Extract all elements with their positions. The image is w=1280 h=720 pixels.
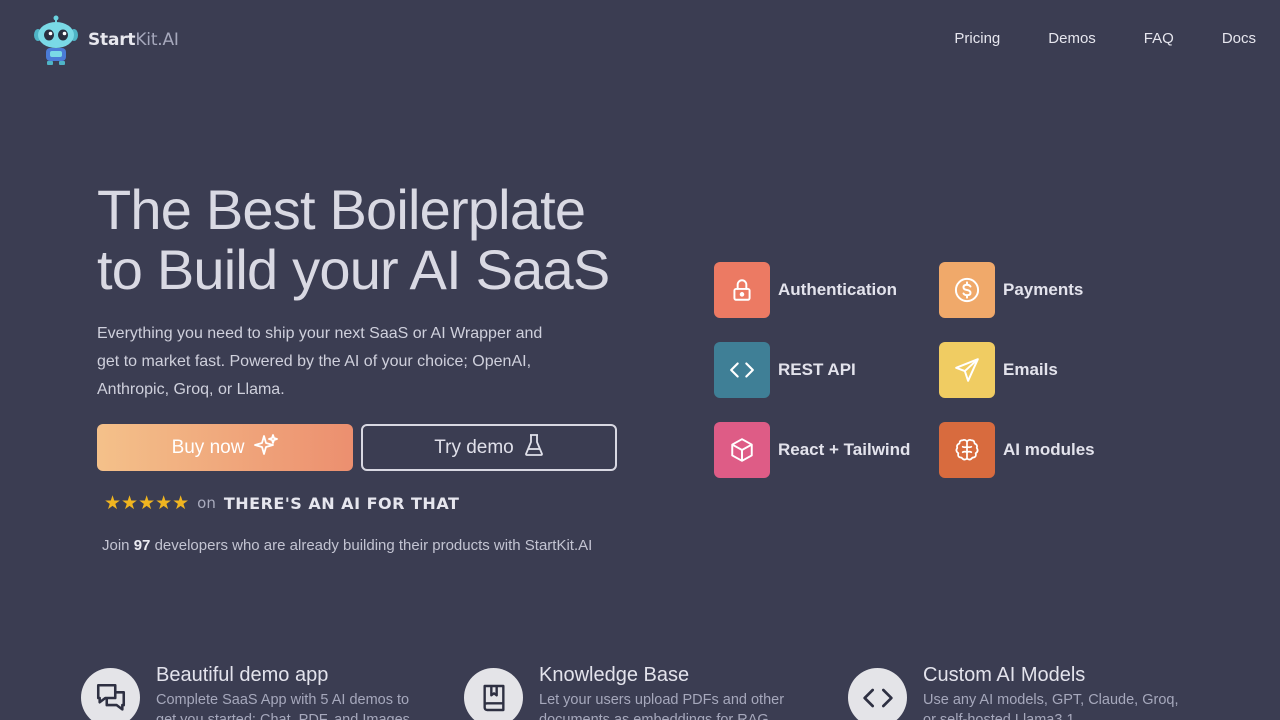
feature-rest-api: REST API [714, 342, 856, 398]
try-demo-button[interactable]: Try demo [361, 424, 617, 471]
cube-icon [714, 422, 770, 478]
brand-bold: Start [88, 30, 136, 50]
feature-ai-modules: AI modules [939, 422, 1095, 478]
chat-icon [81, 668, 140, 720]
rating-on: on [197, 494, 216, 512]
star-rating-icon: ★★★★★ [104, 492, 190, 514]
book-icon [464, 668, 523, 720]
robot-logo-icon [33, 15, 79, 65]
logo[interactable]: StartKit.AI [33, 15, 179, 65]
send-icon [939, 342, 995, 398]
card-desc: Let your users upload PDFs and other doc… [539, 692, 785, 720]
try-demo-label: Try demo [434, 436, 514, 458]
hero-title-line1: The Best Boilerplate [97, 178, 586, 241]
join-prefix: Join [102, 537, 130, 554]
lock-icon [714, 262, 770, 318]
card-desc: Complete SaaS App with 5 AI demos to get… [156, 692, 410, 720]
buy-now-button[interactable]: Buy now [97, 424, 353, 471]
feature-payments: Payments [939, 262, 1083, 318]
feature-label: Authentication [778, 280, 897, 299]
nav-demos[interactable]: Demos [1048, 30, 1096, 47]
nav-docs[interactable]: Docs [1222, 30, 1256, 47]
card-title: Beautiful demo app [156, 664, 329, 686]
code-icon [848, 668, 907, 720]
buy-now-label: Buy now [171, 436, 245, 458]
card-demo-app: Beautiful demo app Complete SaaS App wit… [81, 664, 416, 720]
feature-label: Payments [1003, 280, 1084, 299]
hero-subtitle: Everything you need to ship your next Sa… [97, 325, 543, 398]
code-icon [714, 342, 770, 398]
feature-emails: Emails [939, 342, 1058, 398]
card-knowledge-base: Knowledge Base Let your users upload PDF… [464, 664, 799, 720]
join-text: Join 97 developers who are already build… [102, 537, 592, 554]
brain-icon [939, 422, 995, 478]
brand-light: Kit.AI [135, 30, 179, 50]
hero-title-line2: to Build your AI SaaS [97, 238, 610, 301]
feature-label: REST API [778, 360, 856, 379]
nav-faq[interactable]: FAQ [1144, 30, 1174, 47]
feature-label: Emails [1003, 360, 1058, 379]
feature-react-tailwind: React + Tailwind [714, 422, 910, 478]
card-title: Knowledge Base [539, 664, 690, 686]
top-nav: StartKit.AI Pricing Demos FAQ Docs [0, 0, 1280, 80]
card-title: Custom AI Models [923, 664, 1086, 686]
rating: ★★★★★ on THERE'S AN AI FOR THAT [104, 492, 459, 514]
feature-authentication: Authentication [714, 262, 897, 318]
nav-pricing[interactable]: Pricing [954, 30, 1000, 47]
sparkles-icon [254, 433, 279, 463]
nav-links: Pricing Demos FAQ Docs [906, 30, 1256, 47]
flask-icon [524, 433, 544, 463]
join-count: 97 [133, 537, 151, 554]
join-suffix: developers who are already building thei… [154, 537, 593, 554]
hero-title: The Best Boilerplate to Build your AI Sa… [97, 180, 657, 300]
feature-label: AI modules [1003, 440, 1095, 459]
rating-source[interactable]: THERE'S AN AI FOR THAT [224, 494, 460, 513]
dollar-icon [939, 262, 995, 318]
card-custom-ai-models: Custom AI Models Use any AI models, GPT,… [848, 664, 1183, 720]
brand-name: StartKit.AI [88, 30, 179, 50]
card-desc: Use any AI models, GPT, Claude, Groq, or… [923, 692, 1179, 720]
feature-label: React + Tailwind [778, 440, 911, 459]
